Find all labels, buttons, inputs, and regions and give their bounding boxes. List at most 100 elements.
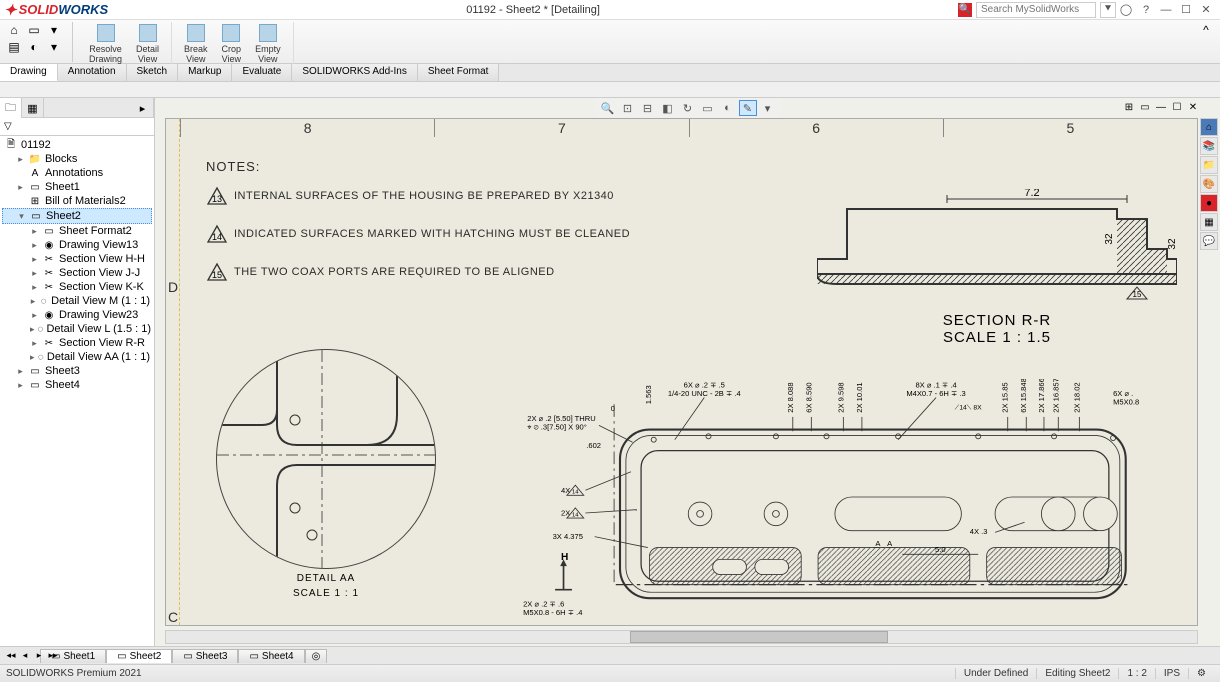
qa-save-icon[interactable]: ▾ (46, 22, 62, 38)
window-icon[interactable]: ▭ (1138, 100, 1152, 114)
drawing-sheet[interactable]: 8 7 6 5 D C NOTES: 13INTERNAL SURFACES O… (165, 118, 1198, 626)
svg-text:32: 32 (1104, 233, 1115, 245)
svg-text:2X 15.85: 2X 15.85 (1001, 382, 1010, 412)
status-scale[interactable]: 1 : 2 (1118, 668, 1154, 679)
qa-undo-icon[interactable]: ◐ (26, 39, 42, 55)
tree-item[interactable]: ▸▭Sheet4 (2, 378, 152, 392)
sw-resources-icon[interactable]: ⌂ (1200, 118, 1218, 136)
ribbon-empty-view[interactable]: EmptyView (249, 22, 287, 66)
zoom-prev-icon[interactable]: ⊟ (639, 100, 657, 116)
svg-text:A: A (875, 539, 881, 548)
qa-print-icon[interactable]: ▤ (6, 39, 22, 55)
tree-item[interactable]: ▸✂Section View K-K (2, 280, 152, 294)
sheet-tab-3[interactable]: ▭Sheet3 (172, 649, 238, 663)
tree-filter[interactable]: ▽ (0, 118, 154, 136)
custom-props-icon[interactable]: ▦ (1200, 213, 1218, 231)
design-lib-icon[interactable]: 📚 (1200, 137, 1218, 155)
svg-text:2X 9.598: 2X 9.598 (836, 382, 845, 412)
tree-item[interactable]: ▸◌Detail View M (1 : 1) (2, 294, 152, 308)
sheet-tab-4[interactable]: ▭Sheet4 (238, 649, 304, 663)
search-icon[interactable]: 🔍 (958, 3, 972, 17)
appearances-icon[interactable]: ● (1200, 194, 1218, 212)
user-icon[interactable]: ◯ (1116, 2, 1136, 18)
title-bar: ✦ SOLIDWORKS 01192 - Sheet2 * [Detailing… (0, 0, 1220, 20)
file-explorer-icon[interactable]: 📁 (1200, 156, 1218, 174)
tab-sketch[interactable]: Sketch (127, 64, 179, 81)
qa-settings-icon[interactable]: ▾ (46, 39, 62, 55)
tab-drawing[interactable]: Drawing (0, 64, 58, 81)
svg-text:7.2: 7.2 (1024, 189, 1039, 199)
tree-item[interactable]: ▸◌Detail View AA (1 : 1) (2, 350, 152, 364)
tab-markup[interactable]: Markup (178, 64, 232, 81)
hide-icon[interactable]: ◐ (719, 100, 737, 116)
status-units[interactable]: IPS (1155, 668, 1188, 679)
tree-item[interactable]: ⊞Bill of Materials2 (2, 194, 152, 208)
ribbon-break-view[interactable]: BreakView (178, 22, 214, 66)
tree-item[interactable]: ▸✂Section View R-R (2, 336, 152, 350)
min-doc-icon[interactable]: — (1154, 100, 1168, 114)
search-input[interactable] (976, 2, 1096, 18)
tree-tab-arrow[interactable]: ▸ (132, 98, 154, 118)
tree-item[interactable]: ▸◉Drawing View13 (2, 238, 152, 252)
view-palette-icon[interactable]: 🎨 (1200, 175, 1218, 193)
search-dropdown[interactable]: ⯆ (1100, 2, 1116, 18)
tree-item[interactable]: AAnnotations (2, 166, 152, 180)
feature-tree[interactable]: 🗎01192 ▸📁BlocksAAnnotations▸▭Sheet1⊞Bill… (0, 136, 154, 646)
tile-icon[interactable]: ⊞ (1122, 100, 1136, 114)
close-button[interactable]: ✕ (1196, 2, 1216, 18)
svg-text:M4X0.7 - 6H ∓ .3: M4X0.7 - 6H ∓ .3 (906, 389, 965, 398)
ribbon-detail-view[interactable]: DetailView (130, 22, 165, 66)
display-icon[interactable]: ▭ (699, 100, 717, 116)
tree-item[interactable]: ▸✂Section View J-J (2, 266, 152, 280)
view-toolbar: 🔍 ⊡ ⊟ ◧ ↻ ▭ ◐ ✎ ▾ (595, 98, 781, 118)
tab-sheetformat[interactable]: Sheet Format (418, 64, 500, 81)
max-doc-icon[interactable]: ☐ (1170, 100, 1184, 114)
tree-item[interactable]: ▸◉Drawing View23 (2, 308, 152, 322)
tree-root[interactable]: 🗎01192 (2, 138, 152, 152)
tree-item[interactable]: ▸◌Detail View L (1.5 : 1) (2, 322, 152, 336)
ribbon-crop-view[interactable]: CropView (216, 22, 248, 66)
sheet-nav[interactable]: ◂◂◂▸▸▸ (4, 650, 60, 661)
tree-item[interactable]: ▸▭Sheet1 (2, 180, 152, 194)
tree-tab-feature[interactable]: 🗀 (0, 98, 22, 118)
tree-item[interactable]: ▸▭Sheet3 (2, 364, 152, 378)
more-icon[interactable]: ▾ (759, 100, 777, 116)
maximize-button[interactable]: ☐ (1176, 2, 1196, 18)
ribbon-collapse-icon[interactable]: ^ (1198, 22, 1214, 38)
svg-text:0: 0 (611, 404, 615, 413)
zoom-fit-icon[interactable]: 🔍 (599, 100, 617, 116)
ribbon-group-1: BreakView CropView EmptyView (178, 22, 294, 66)
zoom-area-icon[interactable]: ⊡ (619, 100, 637, 116)
h-scrollbar[interactable] (165, 630, 1198, 644)
detail-view-aa: DETAIL AA SCALE 1 : 1 (216, 349, 436, 599)
close-doc-icon[interactable]: ✕ (1186, 100, 1200, 114)
tab-addins[interactable]: SOLIDWORKS Add-Ins (292, 64, 417, 81)
svg-text:⌖ ⌀ .3[7.50] X 90°: ⌖ ⌀ .3[7.50] X 90° (527, 423, 587, 432)
tree-item[interactable]: ▸📁Blocks (2, 152, 152, 166)
status-options-icon[interactable]: ⚙ (1188, 668, 1214, 679)
tree-tab-property[interactable]: ▦ (22, 98, 44, 118)
drawing-canvas[interactable]: 🔍 ⊡ ⊟ ◧ ↻ ▭ ◐ ✎ ▾ ⊞ ▭ — ☐ ✕ ⌂ 📚 📁 🎨 ● ▦ … (155, 98, 1220, 646)
tree-item[interactable]: ▾▭Sheet2 (2, 208, 152, 224)
svg-text:2X 18.02: 2X 18.02 (1072, 382, 1081, 412)
svg-text:.602: .602 (586, 441, 601, 450)
rotate-icon[interactable]: ↻ (679, 100, 697, 116)
tab-annotation[interactable]: Annotation (58, 64, 127, 81)
qa-open-icon[interactable]: ▭ (26, 22, 42, 38)
section-icon[interactable]: ◧ (659, 100, 677, 116)
status-version: SOLIDWORKS Premium 2021 (6, 668, 142, 679)
minimize-button[interactable]: — (1156, 2, 1176, 18)
tree-item[interactable]: ▸▭Sheet Format2 (2, 224, 152, 238)
ribbon-resolve-drawing[interactable]: ResolveDrawing (83, 22, 128, 66)
tree-item[interactable]: ▸✂Section View H-H (2, 252, 152, 266)
qa-home-icon[interactable]: ⌂ (6, 22, 22, 38)
sheet-tab-add[interactable]: ◎ (305, 649, 328, 663)
sheet-tab-2[interactable]: ▭Sheet2 (106, 649, 172, 663)
edit-sketch-icon[interactable]: ✎ (739, 100, 757, 116)
app-logo: ✦ SOLIDWORKS (4, 1, 108, 19)
help-icon[interactable]: ? (1136, 2, 1156, 18)
tab-evaluate[interactable]: Evaluate (232, 64, 292, 81)
svg-text:⟋14⟍ 8X: ⟋14⟍ 8X (955, 404, 983, 411)
svg-text:1/4-20 UNC - 2B ∓ .4: 1/4-20 UNC - 2B ∓ .4 (668, 389, 741, 398)
forum-icon[interactable]: 💬 (1200, 232, 1218, 250)
